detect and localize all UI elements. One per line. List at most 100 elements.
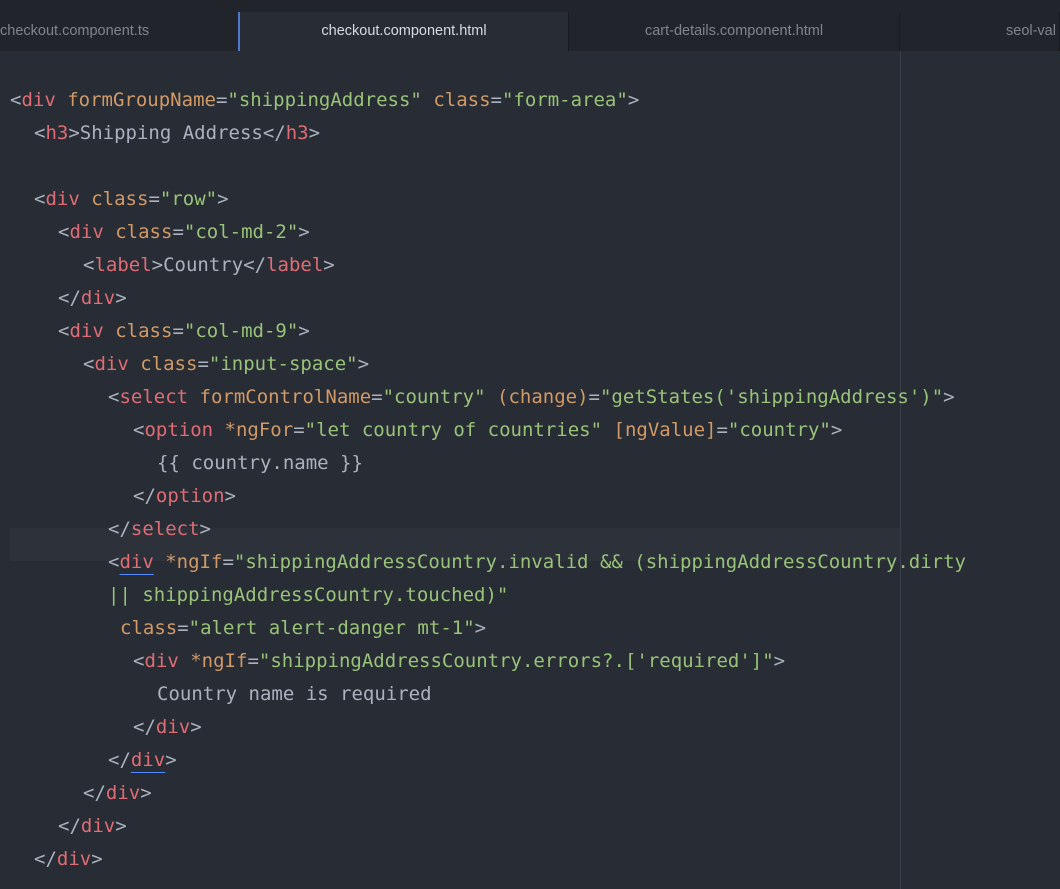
token-tag: div [130, 749, 166, 771]
token-tag: div [144, 650, 179, 672]
code-line-19: Country name is required [0, 678, 1060, 711]
token-string: "country" [382, 386, 486, 408]
token-attr: *ngIf [165, 551, 223, 573]
code-line-5: <div class="col-md-2"> [0, 216, 1060, 249]
token-tag: div [69, 320, 104, 342]
token-punct: = [716, 419, 728, 441]
token-tag: label [94, 254, 152, 276]
tab-label: seol-val [1006, 23, 1056, 39]
token-punct: < [108, 551, 120, 573]
token-text: Country name is required [157, 683, 432, 705]
token-punct: </ [108, 749, 131, 771]
tab-label: checkout.component.html [321, 23, 487, 39]
token-text: Shipping Address [79, 122, 263, 144]
tab-checkout-component-html[interactable]: checkout.component.html [238, 12, 569, 51]
token-punct: > [190, 716, 202, 738]
token-string: "country" [727, 419, 831, 441]
token-punct: = [197, 353, 209, 375]
token-punct: > [199, 518, 211, 540]
token-tag: div [94, 353, 129, 375]
code-line-20: </div> [0, 711, 1060, 744]
token-punct: > [830, 419, 843, 441]
token-punct: = [148, 188, 160, 210]
token-tag: div [21, 89, 56, 111]
token-punct: > [68, 122, 80, 144]
token-string: "row" [159, 188, 218, 210]
token-punct: > [151, 254, 164, 276]
token-attr: class [433, 89, 491, 111]
token-tag: h3 [285, 122, 309, 144]
token-punct: < [58, 221, 70, 243]
token-punct: > [91, 848, 103, 870]
token-punct: < [34, 122, 46, 144]
token-punct: = [293, 419, 305, 441]
token-string: "let country of countries" [304, 419, 603, 441]
token-punct: > [115, 815, 127, 837]
code-line-8: <div class="col-md-9"> [0, 315, 1060, 348]
token-punct: = [247, 650, 259, 672]
token-punct: > [474, 617, 487, 639]
code-line-10: <select formControlName="country" (chang… [0, 381, 1060, 414]
token-punct: > [165, 749, 177, 771]
code-line-2: <h3>Shipping Address</h3> [0, 117, 1060, 150]
code-line-21: </div> [0, 744, 1060, 777]
token-tag: option [155, 485, 225, 507]
code-line-16: || shippingAddressCountry.touched)" [0, 579, 1060, 612]
token-punct: < [83, 353, 95, 375]
tab-cart-details-component-html[interactable]: cart-details.component.html [569, 12, 900, 51]
token-tag: select [119, 386, 189, 408]
token-punct: < [133, 419, 145, 441]
token-string: || shippingAddressCountry.touched)" [108, 584, 509, 606]
token-punct: = [222, 551, 234, 573]
token-tag: div [119, 551, 154, 573]
code-line-6: <label>Country</label> [0, 249, 1060, 282]
token-tag: select [130, 518, 200, 540]
code-line-1: <div formGroupName="shippingAddress" cla… [0, 84, 1060, 117]
tab-bar: checkout.component.ts checkout.component… [0, 12, 1060, 51]
tab-seol-val[interactable]: seol-val [900, 12, 1060, 51]
token-attr: class [120, 617, 178, 639]
token-punct: = [172, 320, 184, 342]
token-string: "shippingAddressCountry.errors?.['requir… [258, 650, 774, 672]
token-string: "col-md-9" [183, 320, 299, 342]
token-punct: > [298, 320, 310, 342]
token-punct: > [627, 89, 640, 111]
code-line-18: <div *ngIf="shippingAddressCountry.error… [0, 645, 1060, 678]
token-punct: < [10, 89, 22, 111]
code-line-9: <div class="input-space"> [0, 348, 1060, 381]
token-tag: option [144, 419, 214, 441]
code-line-17: class="alert alert-danger mt-1"> [0, 612, 1060, 645]
token-tag: div [155, 716, 191, 738]
tab-checkout-component-ts[interactable]: checkout.component.ts [0, 12, 240, 51]
token-tag: div [56, 848, 92, 870]
tab-label: cart-details.component.html [644, 23, 824, 39]
code-line-12: {{ country.name }} [0, 447, 1060, 480]
token-punct: </ [83, 782, 106, 804]
token-attr: formGroupName [67, 89, 216, 111]
token-punct: = [588, 386, 600, 408]
token-punct: > [943, 386, 955, 408]
token-string: "form-area" [501, 89, 628, 111]
token-punct: > [357, 353, 370, 375]
token-attr: class [140, 353, 198, 375]
token-string: "input-space" [208, 353, 358, 375]
token-punct: > [773, 650, 786, 672]
code-area[interactable]: <div formGroupName="shippingAddress" cla… [0, 51, 1060, 889]
token-text: {{ country.name }} [157, 452, 363, 474]
token-string: "shippingAddressCountry.invalid && (ship… [233, 551, 966, 573]
code-line-14: </select> [0, 513, 1060, 546]
token-attr: class [115, 221, 173, 243]
token-punct: </ [34, 848, 57, 870]
token-punct: > [323, 254, 335, 276]
token-punct: = [215, 89, 228, 111]
token-punct: = [172, 221, 184, 243]
token-attr: *ngFor [224, 419, 294, 441]
token-punct: > [140, 782, 152, 804]
code-line-15: <div *ngIf="shippingAddressCountry.inval… [0, 546, 1060, 579]
token-punct: > [217, 188, 229, 210]
code-line-4: <div class="row"> [0, 183, 1060, 216]
token-punct: < [58, 320, 70, 342]
token-punct: > [298, 221, 310, 243]
token-punct: </ [133, 485, 156, 507]
token-punct: </ [243, 254, 267, 276]
